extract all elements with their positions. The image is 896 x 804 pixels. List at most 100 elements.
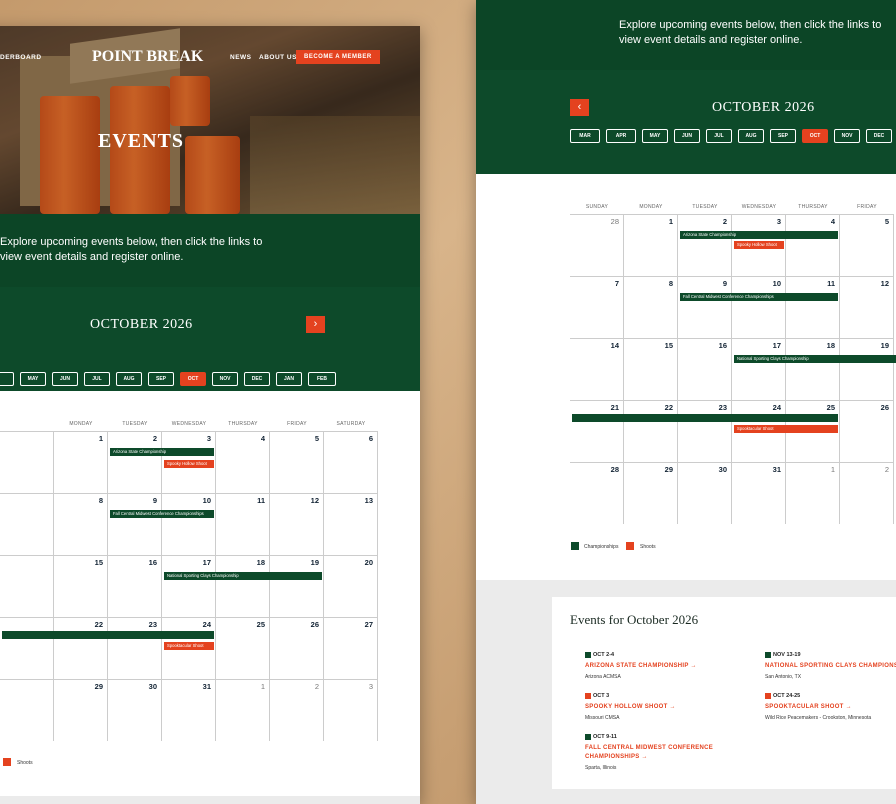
day-number: 21 bbox=[610, 403, 619, 412]
month-button-oct[interactable]: OCT bbox=[180, 372, 206, 386]
day-number: 28 bbox=[610, 465, 619, 474]
chevron-right-icon: › bbox=[313, 318, 318, 330]
day-number: 1 bbox=[830, 465, 835, 474]
legend-shoots-swatch bbox=[626, 542, 634, 550]
event-type-swatch bbox=[765, 693, 771, 699]
calendar-event-spooktacular[interactable]: Spooktacular Shoot bbox=[734, 425, 838, 433]
calendar-event-fall-central-midwest[interactable]: Fall Central Midwest Conference Champion… bbox=[110, 510, 214, 518]
next-month-button[interactable]: › bbox=[306, 316, 325, 333]
month-button-may[interactable]: MAY bbox=[642, 129, 668, 143]
nav-link-about[interactable]: ABOUT US bbox=[259, 54, 297, 61]
day-number: 15 bbox=[664, 341, 673, 350]
event-type-swatch bbox=[585, 734, 591, 740]
month-button-nov[interactable]: NOV bbox=[212, 372, 238, 386]
day-number: 12 bbox=[310, 496, 319, 505]
site-logo[interactable]: POINT BREAK bbox=[92, 48, 203, 66]
month-label: OCTOBER 2026 bbox=[712, 100, 815, 115]
event-location: Arizona ACMSA bbox=[585, 674, 621, 680]
month-button-feb[interactable]: FEB bbox=[308, 372, 336, 386]
month-label: OCTOBER 2026 bbox=[90, 317, 193, 332]
calendar-event-fall-central-midwest[interactable]: Fall Central Midwest Conference Champion… bbox=[680, 293, 838, 301]
day-number: 1 bbox=[260, 682, 265, 691]
month-button-sep[interactable]: SEP bbox=[770, 129, 796, 143]
event-title-link[interactable]: SPOOKY HOLLOW SHOOT → bbox=[585, 703, 676, 712]
calendar-event-national-sporting-clays[interactable]: National Sporting Clays Championship bbox=[734, 355, 896, 363]
month-button-dec[interactable]: DEC bbox=[244, 372, 270, 386]
event-location: Sparta, Illinois bbox=[585, 765, 617, 771]
event-type-swatch bbox=[765, 652, 771, 658]
day-cell[interactable] bbox=[0, 555, 54, 617]
day-number: 8 bbox=[98, 496, 103, 505]
day-number: 26 bbox=[310, 620, 319, 629]
day-cell[interactable] bbox=[0, 617, 54, 679]
month-button-may[interactable]: MAY bbox=[20, 372, 46, 386]
day-number: 9 bbox=[152, 496, 157, 505]
calendar-event-national-sporting-clays[interactable]: National Sporting Clays Championship bbox=[164, 572, 322, 580]
day-cell[interactable] bbox=[0, 431, 54, 493]
day-number: 19 bbox=[310, 558, 319, 567]
month-button-apr[interactable]: APR bbox=[606, 129, 636, 143]
day-number: 10 bbox=[202, 496, 211, 505]
month-button-oct[interactable]: OCT bbox=[802, 129, 828, 143]
day-number: 25 bbox=[826, 403, 835, 412]
event-title-link[interactable]: NATIONAL SPORTING CLAYS CHAMPIONSHIP bbox=[765, 662, 896, 671]
events-list-heading: Events for October 2026 bbox=[570, 612, 699, 627]
day-number: 22 bbox=[664, 403, 673, 412]
weekday-label: TUESDAY bbox=[122, 421, 148, 427]
calendar-event-spooky-hollow[interactable]: Spooky Hollow Shoot bbox=[734, 241, 784, 249]
event-location: San Antonio, TX bbox=[765, 674, 802, 680]
day-number: 12 bbox=[880, 279, 889, 288]
event-title-link[interactable]: ARIZONA STATE CHAMPIONSHIP → bbox=[585, 662, 697, 671]
month-button-jun[interactable]: JUN bbox=[674, 129, 700, 143]
weekday-label: TUESDAY bbox=[692, 204, 718, 210]
intro-text: Explore upcoming events below, then clic… bbox=[619, 19, 882, 31]
calendar-event-arizona-state[interactable]: Arizona State Championship bbox=[110, 448, 214, 456]
intro-section: Explore upcoming events below, then clic… bbox=[476, 0, 896, 70]
event-title-link[interactable]: CHAMPIONSHIPS → bbox=[585, 753, 648, 762]
become-member-button[interactable]: BECOME A MEMBER bbox=[296, 50, 380, 64]
calendar-event-bar[interactable] bbox=[2, 631, 214, 639]
day-number: 26 bbox=[880, 403, 889, 412]
day-number: 23 bbox=[148, 620, 157, 629]
month-button-partial[interactable] bbox=[0, 372, 14, 386]
month-button-jul[interactable]: JUL bbox=[84, 372, 110, 386]
nav-link-news[interactable]: NEWS bbox=[230, 54, 252, 61]
day-number: 23 bbox=[718, 403, 727, 412]
day-number: 15 bbox=[94, 558, 103, 567]
weekday-label: FRIDAY bbox=[287, 421, 307, 427]
day-number: 27 bbox=[364, 620, 373, 629]
month-button-jan[interactable]: JAN bbox=[276, 372, 302, 386]
day-number: 28 bbox=[610, 217, 619, 226]
page-title: EVENTS bbox=[98, 130, 185, 152]
day-cell[interactable] bbox=[0, 493, 54, 555]
month-button-nov[interactable]: NOV bbox=[834, 129, 860, 143]
nav-link-leaderboard[interactable]: DERBOARD bbox=[0, 54, 42, 61]
prev-month-button[interactable]: ‹ bbox=[570, 99, 589, 116]
day-number: 8 bbox=[668, 279, 673, 288]
weekday-label: THURSDAY bbox=[798, 204, 828, 210]
calendar-event-bar[interactable] bbox=[572, 414, 838, 422]
calendar-event-spooktacular[interactable]: Spooktacular Shoot bbox=[164, 642, 214, 650]
month-button-aug[interactable]: AUG bbox=[116, 372, 142, 386]
event-type-swatch bbox=[585, 693, 591, 699]
event-location: Wild Rice Peacemakers - Crookston, Minne… bbox=[765, 715, 872, 721]
day-number: 3 bbox=[368, 682, 373, 691]
month-button-aug[interactable]: AUG bbox=[738, 129, 764, 143]
day-number: 11 bbox=[827, 279, 835, 288]
event-title-link[interactable]: FALL CENTRAL MIDWEST CONFERENCE bbox=[585, 744, 713, 753]
month-button-mar[interactable]: MAR bbox=[570, 129, 600, 143]
month-button-dec[interactable]: DEC bbox=[866, 129, 892, 143]
event-date: NOV 13-19 bbox=[773, 652, 801, 658]
event-title-link[interactable]: SPOOKTACULAR SHOOT → bbox=[765, 703, 852, 712]
event-location: Missouri CMSA bbox=[585, 715, 620, 721]
calendar-event-arizona-state[interactable]: Arizona State Championship bbox=[680, 231, 838, 239]
month-button-jun[interactable]: JUN bbox=[52, 372, 78, 386]
calendar-event-spooky-hollow[interactable]: Spooky Hollow Shoot bbox=[164, 460, 214, 468]
month-button-sep[interactable]: SEP bbox=[148, 372, 174, 386]
month-button-jul[interactable]: JUL bbox=[706, 129, 732, 143]
day-number: 2 bbox=[884, 465, 889, 474]
day-number: 29 bbox=[94, 682, 103, 691]
day-number: 19 bbox=[880, 341, 889, 350]
day-cell[interactable] bbox=[0, 679, 54, 741]
day-number: 2 bbox=[152, 434, 157, 443]
